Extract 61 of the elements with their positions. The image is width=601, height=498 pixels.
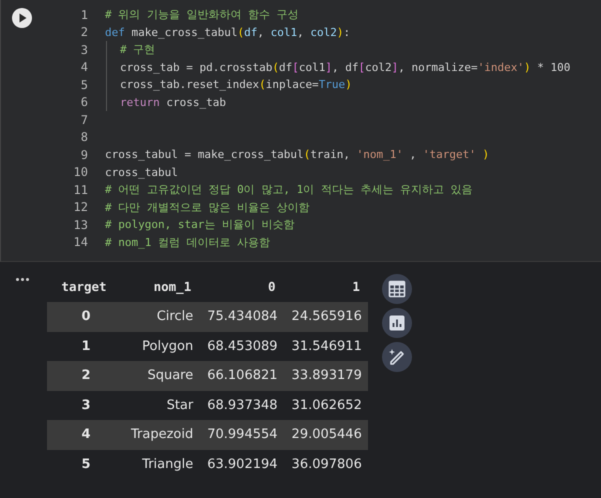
- table-cell: Triangle: [123, 450, 200, 479]
- table-cell: 33.893179: [284, 361, 368, 390]
- line-number: 9: [80, 148, 89, 162]
- code-line: def make_cross_tabul(df, col1, col2):: [105, 26, 350, 39]
- line-number: 6: [80, 95, 89, 110]
- table-cell: 31.062652: [284, 390, 368, 420]
- column-header: 0: [199, 274, 284, 302]
- table-cell: 4: [47, 420, 123, 450]
- code-line: # 위의 기능을 일반화하여 함수 구성: [105, 7, 299, 22]
- table-cell: 70.994554: [199, 420, 284, 450]
- output-menu-icon[interactable]: [16, 278, 29, 282]
- table-cell: 68.453089: [199, 332, 284, 361]
- code-line: # 다만 개별적으로 많은 비율은 상이함: [105, 200, 310, 215]
- line-number: 5: [80, 78, 89, 92]
- table-view-button[interactable]: [382, 274, 412, 304]
- line-number: 1: [80, 8, 89, 22]
- table-cell: 31.546911: [284, 332, 368, 361]
- table-cell: 36.097806: [284, 450, 368, 479]
- table-cell: 63.902194: [199, 450, 284, 479]
- line-number: 10: [72, 165, 89, 180]
- table-cell: 1: [47, 332, 123, 361]
- line-number: 7: [80, 112, 89, 127]
- table-cell: Square: [123, 361, 200, 390]
- code-line: cross_tabul: [105, 166, 178, 179]
- code-line: cross_tabul = make_cross_tabul(train, 'nom_1' , 'target' ): [105, 148, 490, 162]
- code-line: return cross_tab: [120, 96, 226, 109]
- line-number: 3: [80, 42, 89, 57]
- code-line: cross_tab.reset_index(inplace=True): [120, 78, 352, 92]
- line-number: 14: [72, 235, 89, 250]
- column-header: 1: [284, 274, 368, 302]
- table-cell: Trapezoid: [123, 420, 200, 450]
- run-button[interactable]: [11, 7, 33, 29]
- line-number: 4: [80, 60, 89, 74]
- line-number: 11: [72, 182, 89, 197]
- table-cell: Circle: [123, 302, 200, 332]
- table-cell: 5: [47, 450, 123, 479]
- table-cell: 75.434084: [199, 302, 284, 332]
- code-line: # 구현: [120, 42, 156, 58]
- bar-chart-icon: [388, 314, 406, 332]
- line-number: 13: [72, 218, 89, 232]
- column-header: nom_1: [123, 274, 200, 302]
- table-cell: 66.106821: [199, 361, 284, 390]
- code-line: cross_tab = pd.crosstab(df[col1], df[col2], normalize='index') * 100: [120, 60, 570, 74]
- play-icon: [12, 8, 32, 28]
- table-cell: 3: [47, 390, 123, 420]
- chart-button[interactable]: [382, 308, 412, 338]
- code-line: # polygon, star는 비율이 비슷함: [105, 217, 295, 232]
- table-cell: Star: [123, 390, 200, 420]
- table-cell: 29.005446: [284, 420, 368, 450]
- line-number: 12: [72, 200, 89, 214]
- table-cell: 24.565916: [284, 302, 368, 332]
- table-cell: 68.937348: [199, 390, 284, 420]
- line-number: 8: [80, 130, 89, 144]
- column-header: target: [47, 274, 123, 302]
- line-number: 2: [80, 25, 89, 40]
- code-line: # nom_1 컬럼 데이터로 사용함: [105, 234, 270, 250]
- table-cell: Polygon: [123, 332, 200, 361]
- table-cell: 0: [47, 302, 123, 332]
- magic-edit-button[interactable]: [382, 342, 412, 372]
- code-line: # 어떤 고유값이던 정답 0이 많고, 1이 적다는 추세는 유지하고 있음: [105, 182, 473, 198]
- table-cell: 2: [47, 361, 123, 390]
